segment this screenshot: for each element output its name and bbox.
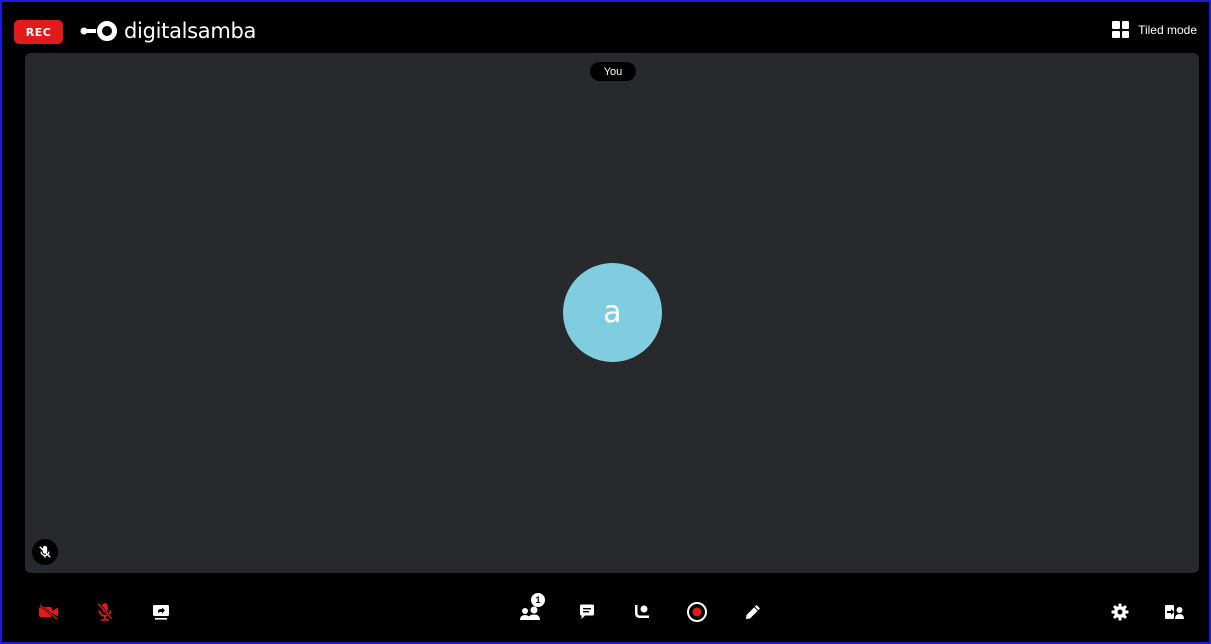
participants-count-badge: 1 xyxy=(531,593,545,607)
settings-gear-icon xyxy=(1111,603,1129,621)
avatar-initial: a xyxy=(603,295,622,330)
mic-muted-icon xyxy=(39,545,51,558)
screen-share-icon xyxy=(153,605,169,620)
logo-mark-icon xyxy=(80,21,117,41)
screen-share-button[interactable] xyxy=(146,597,176,627)
leave-room-button[interactable] xyxy=(1160,597,1190,627)
mic-off-icon xyxy=(97,602,113,621)
raise-hand-icon xyxy=(635,605,649,618)
raise-hand-button[interactable] xyxy=(627,597,657,627)
participant-name: You xyxy=(603,65,623,78)
participants-button[interactable]: 1 xyxy=(516,593,546,627)
logo-text: digitalsamba xyxy=(124,19,257,43)
tiled-mode-label: Tiled mode xyxy=(1138,22,1197,37)
participant-muted-indicator xyxy=(32,539,58,565)
recording-badge: REC xyxy=(14,20,63,44)
rec-label: REC xyxy=(25,25,52,39)
tiled-mode-toggle[interactable]: Tiled mode xyxy=(1112,21,1197,38)
chat-button[interactable] xyxy=(572,597,602,627)
avatar: a xyxy=(563,263,662,362)
camera-off-icon xyxy=(39,604,58,620)
digitalsamba-logo: digitalsamba xyxy=(80,16,256,46)
settings-button[interactable] xyxy=(1105,597,1135,627)
mic-toggle-button[interactable] xyxy=(90,597,120,627)
whiteboard-button[interactable] xyxy=(738,597,768,627)
tiled-grid-icon xyxy=(1112,21,1130,38)
participant-name-pill: You xyxy=(590,62,636,81)
whiteboard-pen-icon xyxy=(746,605,760,619)
camera-toggle-button[interactable] xyxy=(34,597,64,627)
video-stage: You a xyxy=(25,53,1199,573)
record-icon xyxy=(687,602,707,622)
record-button[interactable] xyxy=(682,597,712,627)
chat-icon xyxy=(580,604,594,619)
leave-room-icon xyxy=(1165,605,1184,619)
